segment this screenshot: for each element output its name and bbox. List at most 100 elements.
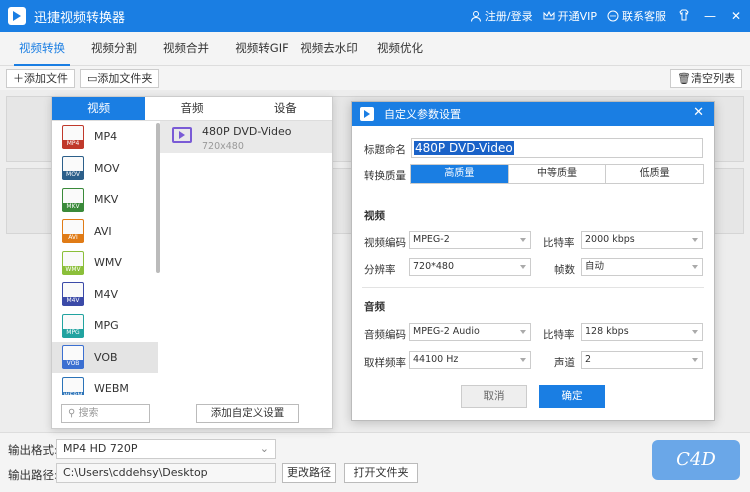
main-tab-bar: 视频转换 视频分割 视频合并 视频转GIF 视频去水印 视频优化: [0, 32, 750, 66]
format-name: WEBM: [94, 382, 129, 395]
format-item-webm[interactable]: WEBM WEBM: [52, 373, 158, 395]
folder-icon: ▭: [87, 72, 98, 85]
format-name: MP4: [94, 130, 118, 144]
audio-bitrate-select[interactable]: 128 kbps: [581, 323, 703, 341]
file-format-icon: MKV: [62, 187, 84, 212]
audio-bitrate-label: 比特率: [543, 329, 575, 341]
sample-rate-select[interactable]: 44100 Hz: [409, 351, 531, 369]
format-search-input[interactable]: ⚲ 搜索: [61, 404, 150, 423]
format-item-mov[interactable]: MOV MOV: [52, 153, 158, 185]
chevron-down-icon: [520, 265, 526, 269]
name-input-value: 480P DVD-Video: [414, 141, 514, 155]
tab-remove-watermark[interactable]: 视频去水印: [298, 32, 360, 66]
tab-video-merge[interactable]: 视频合并: [158, 32, 214, 66]
quality-low-option[interactable]: 低质量: [606, 165, 703, 183]
sample-rate-label: 取样频率: [364, 357, 406, 369]
chat-icon: [607, 10, 619, 22]
audio-bitrate-value: 128 kbps: [585, 326, 629, 337]
dialog-close-icon[interactable]: ✕: [693, 105, 704, 120]
register-login-link[interactable]: 注册/登录: [470, 8, 533, 24]
tab-video-split[interactable]: 视频分割: [86, 32, 142, 66]
add-folder-button[interactable]: ▭添加文件夹: [80, 69, 160, 88]
change-path-button[interactable]: 更改路径: [282, 463, 336, 483]
sample-rate-value: 44100 Hz: [413, 354, 459, 365]
add-folder-label: 添加文件夹: [97, 72, 153, 85]
close-icon[interactable]: ✕: [728, 9, 744, 23]
tab-video-gif[interactable]: 视频转GIF: [230, 32, 294, 66]
open-folder-button[interactable]: 打开文件夹: [344, 463, 418, 483]
skin-icon[interactable]: [676, 9, 692, 24]
video-section-title: 视频: [364, 210, 385, 222]
footer: 输出格式: MP4 HD 720P ⌄ 输出路径: C:\Users\cddeh…: [0, 432, 750, 492]
name-input[interactable]: 480P DVD-Video: [411, 138, 703, 158]
format-item-mp4[interactable]: MP4 MP4: [52, 121, 158, 153]
vip-label: 开通VIP: [557, 10, 597, 23]
video-bitrate-select[interactable]: 2000 kbps: [581, 231, 703, 249]
app-logo-icon: [8, 7, 26, 25]
format-icon-tag: MPG: [62, 328, 84, 337]
format-tab-audio[interactable]: 音频: [145, 97, 238, 120]
format-icon-tag: VOB: [62, 360, 84, 369]
tab-video-convert[interactable]: 视频转换: [14, 32, 70, 66]
preset-item[interactable]: 480P DVD-Video 720x480: [160, 121, 332, 153]
video-bitrate-label: 比特率: [543, 237, 575, 249]
service-link[interactable]: 联系客服: [607, 8, 666, 24]
output-path-field[interactable]: C:\Users\cddehsy\Desktop: [56, 463, 276, 483]
quality-high-option[interactable]: 高质量: [411, 165, 509, 183]
video-codec-label: 视频编码: [364, 237, 406, 249]
format-item-mkv[interactable]: MKV MKV: [52, 184, 158, 216]
quality-medium-option[interactable]: 中等质量: [509, 165, 607, 183]
format-item-m4v[interactable]: M4V M4V: [52, 279, 158, 311]
clear-list-button[interactable]: 🗑清空列表: [670, 69, 742, 88]
cancel-button[interactable]: 取消: [461, 385, 527, 408]
format-icon-tag: M4V: [62, 297, 84, 306]
channels-select[interactable]: 2: [581, 351, 703, 369]
name-label: 标题命名: [364, 144, 406, 156]
format-tab-device[interactable]: 设备: [239, 97, 332, 120]
app-title: 迅捷视频转换器: [34, 10, 126, 26]
divider: [362, 287, 704, 288]
add-custom-button[interactable]: 添加自定义设置: [196, 404, 299, 423]
add-file-button[interactable]: ＋添加文件: [6, 69, 75, 88]
resolution-select[interactable]: 720*480: [409, 258, 531, 276]
format-icon-tag: WMV: [62, 265, 84, 274]
user-icon: [470, 11, 481, 22]
title-bar: 迅捷视频转换器 注册/登录 开通VIP 联系客服 — ✕: [0, 0, 750, 32]
crown-icon: [543, 10, 555, 20]
format-item-avi[interactable]: AVI AVI: [52, 216, 158, 248]
search-icon: ⚲: [68, 408, 76, 419]
format-item-wmv[interactable]: WMV WMV: [52, 247, 158, 279]
chevron-down-icon: [520, 238, 526, 242]
video-codec-select[interactable]: MPEG-2: [409, 231, 531, 249]
audio-codec-select[interactable]: MPEG-2 Audio: [409, 323, 531, 341]
file-format-icon: M4V: [62, 282, 84, 307]
audio-section-title: 音频: [364, 301, 385, 313]
output-format-label: 输出格式:: [8, 443, 58, 457]
format-item-mpg[interactable]: MPG MPG: [52, 310, 158, 342]
format-tab-video[interactable]: 视频: [52, 97, 146, 120]
search-placeholder: 搜索: [78, 408, 99, 419]
file-format-icon: AVI: [62, 219, 84, 244]
format-icon-tag: AVI: [62, 234, 84, 243]
fps-select[interactable]: 自动: [581, 258, 703, 276]
dialog-title: 自定义参数设置: [384, 108, 461, 121]
format-list: MP4 MP4 MOV MOV MKV MKV AVI AVI WMV WMV M4V M4V MPG M…: [52, 121, 158, 395]
format-icon-tag: MP4: [62, 139, 84, 148]
format-icon-tag: MKV: [62, 202, 84, 211]
file-format-icon: MOV: [62, 156, 84, 181]
output-path-label: 输出路径:: [8, 468, 58, 482]
dialog-logo-icon: [360, 107, 374, 121]
clear-list-label: 清空列表: [691, 72, 735, 85]
chevron-down-icon: ⌄: [259, 442, 269, 455]
ok-button[interactable]: 确定: [539, 385, 605, 408]
watermark-logo: C4D: [652, 440, 740, 480]
vip-link[interactable]: 开通VIP: [543, 8, 597, 24]
format-item-vob[interactable]: VOB VOB: [52, 341, 158, 373]
custom-params-dialog: 自定义参数设置 ✕ 标题命名 480P DVD-Video 转换质量 高质量 中…: [351, 101, 715, 421]
output-format-select[interactable]: MP4 HD 720P ⌄: [56, 439, 276, 459]
tab-video-optimize[interactable]: 视频优化: [372, 32, 428, 66]
minimize-icon[interactable]: —: [702, 9, 718, 23]
chevron-down-icon: [692, 358, 698, 362]
chevron-down-icon: [692, 265, 698, 269]
preset-name: 480P DVD-Video: [202, 125, 292, 138]
